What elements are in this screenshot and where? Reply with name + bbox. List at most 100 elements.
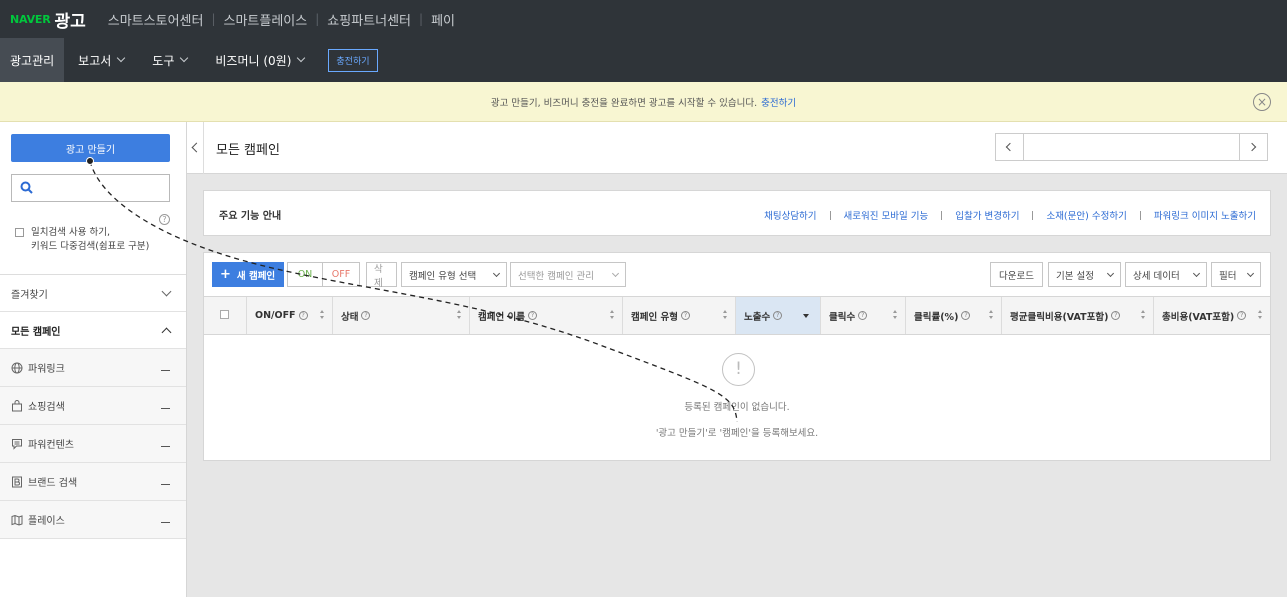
sidebar-item-powercontents[interactable]: 파워컨텐츠 <box>0 425 186 463</box>
column-impressions[interactable]: 노출수? <box>735 297 820 334</box>
help-icon[interactable]: ? <box>961 311 971 320</box>
chevron-down-icon <box>117 53 126 63</box>
plus-icon: + <box>220 267 231 282</box>
chevron-down-icon <box>1106 269 1115 277</box>
sort-desc-icon[interactable] <box>803 314 809 318</box>
on-button[interactable]: ON <box>287 262 323 287</box>
delete-button[interactable]: 삭제 <box>366 262 397 289</box>
basic-settings-select[interactable]: 기본 설정 <box>1048 262 1121 287</box>
column-status[interactable]: 상태? <box>332 297 469 334</box>
minus-icon <box>161 484 170 485</box>
naver-logo[interactable]: NAVER <box>10 13 51 26</box>
help-icon[interactable]: ? <box>1111 311 1121 320</box>
guide-link-mobile[interactable]: 새로워진 모바일 기능 <box>844 208 929 222</box>
sidebar-item-place[interactable]: 플레이스 <box>0 501 186 539</box>
select-all-checkbox[interactable] <box>220 310 229 319</box>
column-ctr[interactable]: 클릭률(%)? <box>905 297 1001 334</box>
sort-icon[interactable] <box>610 310 615 320</box>
main-header: 모든 캠페인 <box>187 122 1287 174</box>
top-nav-smartstore[interactable]: 스마트스토어센터 <box>100 10 212 29</box>
column-label: 상태 <box>341 311 359 323</box>
help-icon[interactable]: ? <box>858 311 868 320</box>
help-icon[interactable]: ? <box>159 214 170 225</box>
guide-link-creative[interactable]: 소재(문안) 수정하기 <box>1046 208 1126 222</box>
sidebar-collapse-button[interactable] <box>187 122 204 174</box>
sort-icon[interactable] <box>320 310 325 320</box>
close-icon[interactable]: × <box>1253 93 1271 111</box>
column-total-cost[interactable]: 총비용(VAT포함)? <box>1153 297 1270 334</box>
divider <box>1032 210 1034 220</box>
prev-button[interactable] <box>996 134 1024 160</box>
top-nav-smartplace[interactable]: 스마트플레이스 <box>216 10 316 29</box>
help-icon[interactable]: ? <box>528 311 538 320</box>
feature-guide: 주요 기능 안내 채팅상담하기 새로워진 모바일 기능 입찰가 변경하기 소재(… <box>203 190 1271 236</box>
charge-button[interactable]: 충전하기 <box>328 48 378 72</box>
minus-icon <box>161 370 170 371</box>
campaign-type-select[interactable]: 캠페인 유형 선택 <box>401 262 507 287</box>
ad-product-logo[interactable]: 광고 <box>54 7 85 32</box>
filter-select[interactable]: 필터 <box>1211 262 1261 287</box>
chevron-down-icon <box>180 53 189 63</box>
sidebar-item-label: 플레이스 <box>28 516 65 527</box>
chevron-down-icon <box>297 53 306 63</box>
column-label: 노출수 <box>744 311 771 323</box>
menu-tools[interactable]: 도구 <box>138 38 201 82</box>
column-label: 총비용(VAT포함) <box>1162 311 1235 323</box>
chevron-left-icon <box>191 142 202 153</box>
sort-icon[interactable] <box>457 310 462 320</box>
help-icon[interactable]: ? <box>681 311 691 320</box>
menu-bizmoney[interactable]: 비즈머니 (0원) <box>201 38 318 82</box>
guide-link-chat[interactable]: 채팅상담하기 <box>764 208 816 222</box>
column-onoff[interactable]: ON/OFF? <box>246 297 332 334</box>
column-clicks[interactable]: 클릭수? <box>820 297 905 334</box>
campaign-search-input[interactable] <box>11 174 170 202</box>
detail-data-select[interactable]: 상세 데이터 <box>1125 262 1207 287</box>
notice-charge-link[interactable]: 충전하기 <box>761 95 796 109</box>
new-campaign-button[interactable]: + 새 캠페인 <box>212 262 284 287</box>
sort-icon[interactable] <box>989 310 994 320</box>
next-button[interactable] <box>1239 134 1267 160</box>
menu-ad-management[interactable]: 광고관리 <box>0 38 65 82</box>
sidebar-item-brand-search[interactable]: 브랜드 검색 <box>0 463 186 501</box>
top-nav: 스마트스토어센터 | 스마트플레이스 | 쇼핑파트너센터 | 페이 <box>100 10 463 29</box>
column-label: 캠페인 이름 <box>478 311 526 323</box>
column-campaign-type[interactable]: 캠페인 유형? <box>622 297 735 334</box>
column-avg-cpc[interactable]: 평균클릭비용(VAT포함)? <box>1001 297 1153 334</box>
sort-icon[interactable] <box>723 310 728 320</box>
minus-icon <box>161 408 170 409</box>
exact-match-checkbox[interactable] <box>15 228 24 237</box>
column-campaign-name[interactable]: 캠페인 이름? <box>469 297 622 334</box>
top-nav-shopping-partner[interactable]: 쇼핑파트너센터 <box>319 10 419 29</box>
top-nav-pay[interactable]: 페이 <box>423 10 463 29</box>
sort-icon[interactable] <box>1258 310 1263 320</box>
help-icon[interactable]: ? <box>298 311 308 320</box>
guide-link-image[interactable]: 파워링크 이미지 노출하기 <box>1154 208 1256 222</box>
filter-label: 필터 <box>1219 270 1237 282</box>
chevron-right-icon <box>1247 142 1257 152</box>
minus-icon <box>161 446 170 447</box>
sidebar-item-powerlink[interactable]: 파워링크 <box>0 349 186 387</box>
sort-icon[interactable] <box>1141 310 1146 320</box>
download-button[interactable]: 다운로드 <box>990 262 1043 287</box>
off-button[interactable]: OFF <box>323 262 360 287</box>
manage-selected-select[interactable]: 선택한 캠페인 관리 <box>510 262 626 287</box>
sidebar-favorites[interactable]: 즐겨찾기 <box>0 275 186 312</box>
help-icon[interactable]: ? <box>1237 311 1247 320</box>
notice-text: 광고 만들기, 비즈머니 충전을 완료하면 광고를 시작할 수 있습니다. <box>490 97 758 109</box>
campaign-type-label: 캠페인 유형 선택 <box>409 270 477 282</box>
help-icon[interactable]: ? <box>361 311 371 320</box>
sidebar-item-label: 파워링크 <box>28 364 65 375</box>
create-ad-button[interactable]: 광고 만들기 <box>11 134 170 162</box>
help-icon[interactable]: ? <box>773 311 783 320</box>
menu-reports[interactable]: 보고서 <box>64 38 138 82</box>
sidebar-item-label: 파워컨텐츠 <box>28 440 74 451</box>
sort-icon[interactable] <box>893 310 898 320</box>
page-title: 모든 캠페인 <box>216 143 280 158</box>
sidebar-item-shopping[interactable]: 쇼핑검색 <box>0 387 186 425</box>
feature-guide-title: 주요 기능 안내 <box>219 211 282 222</box>
guide-link-bid[interactable]: 입찰가 변경하기 <box>955 208 1019 222</box>
shopping-bag-icon <box>12 399 22 411</box>
chevron-down-icon <box>611 269 620 277</box>
exact-match-label: 일치검색 사용 하기, 키워드 다중검색(쉼표로 구분) <box>31 226 149 254</box>
sidebar-all-campaigns[interactable]: 모든 캠페인 <box>0 312 186 349</box>
